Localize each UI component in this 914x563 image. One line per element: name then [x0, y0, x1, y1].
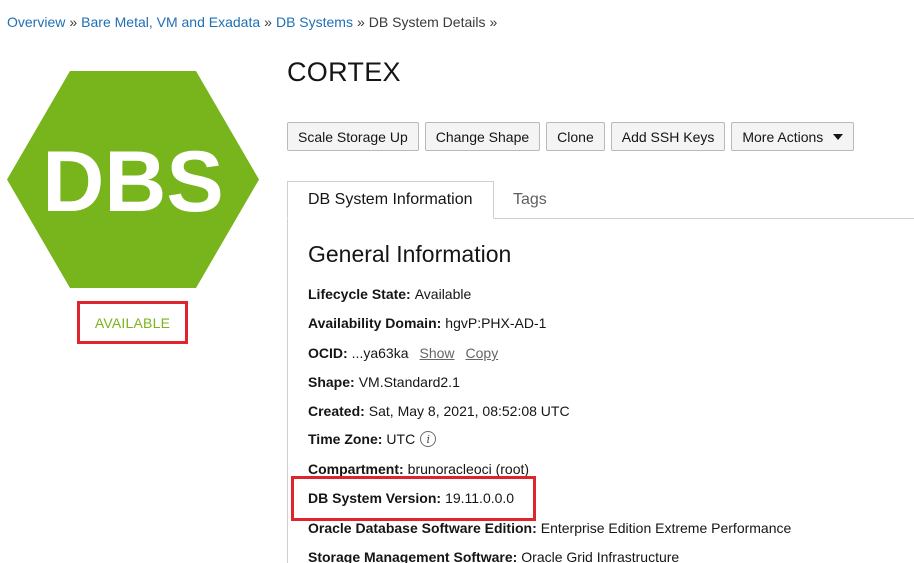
availability-domain-value: hgvP:PHX-AD-1 — [445, 315, 547, 331]
breadcrumb-overview[interactable]: Overview — [7, 14, 65, 30]
time-zone-value: UTC — [386, 431, 416, 447]
status-highlight-box: AVAILABLE — [77, 301, 188, 344]
general-information-heading: General Information — [308, 241, 512, 267]
breadcrumb-separator: » — [69, 14, 78, 30]
shape-label: Shape: — [308, 374, 355, 390]
ocid-show-link[interactable]: Show — [420, 345, 455, 361]
tab-baseline — [493, 218, 914, 219]
created-row: Created: Sat, May 8, 2021, 08:52:08 UTC — [308, 403, 570, 419]
caret-down-icon — [833, 133, 844, 140]
action-toolbar: Scale Storage Up Change Shape Clone Add … — [287, 122, 855, 151]
time-zone-row: Time Zone: UTC i — [308, 431, 437, 447]
breadcrumb-separator: » — [264, 14, 272, 30]
shape-value: VM.Standard2.1 — [358, 374, 460, 390]
lifecycle-state-row: Lifecycle State: Available — [308, 286, 471, 302]
version-highlight-box — [291, 476, 536, 521]
storage-management-value: Oracle Grid Infrastructure — [521, 549, 680, 563]
tab-tags[interactable]: Tags — [513, 181, 547, 219]
tab-db-system-information[interactable]: DB System Information — [287, 181, 494, 219]
panel-border — [287, 219, 288, 563]
breadcrumb-separator: » — [489, 14, 498, 30]
more-actions-label: More Actions — [742, 128, 824, 145]
ocid-copy-link[interactable]: Copy — [466, 345, 499, 361]
storage-management-row: Storage Management Software: Oracle Grid… — [308, 549, 679, 563]
availability-domain-label: Availability Domain: — [308, 315, 442, 331]
compartment-label: Compartment: — [308, 461, 404, 477]
ocid-label: OCID: — [308, 345, 348, 361]
page-title: CORTEX — [287, 57, 401, 87]
software-edition-label: Oracle Database Software Edition: — [308, 520, 537, 536]
lifecycle-state-label: Lifecycle State: — [308, 286, 411, 302]
clone-button[interactable]: Clone — [546, 122, 605, 151]
availability-domain-row: Availability Domain: hgvP:PHX-AD-1 — [308, 315, 546, 331]
compartment-row: Compartment: brunoracleoci (root) — [308, 461, 529, 477]
tab-bar: DB System Information Tags — [287, 181, 914, 219]
badge-text: DBS — [42, 134, 224, 230]
more-actions-button[interactable]: More Actions — [731, 122, 855, 151]
created-value: Sat, May 8, 2021, 08:52:08 UTC — [368, 403, 570, 419]
breadcrumb-db-systems[interactable]: DB Systems — [276, 14, 353, 30]
lifecycle-state-value: Available — [414, 286, 472, 302]
info-icon[interactable]: i — [420, 431, 437, 447]
breadcrumb-bare-metal[interactable]: Bare Metal, VM and Exadata — [81, 14, 260, 30]
breadcrumb-current: DB System Details — [368, 14, 486, 30]
dbs-hexagon-icon: DBS — [7, 71, 259, 288]
lifecycle-status-label: AVAILABLE — [94, 314, 171, 331]
change-shape-button[interactable]: Change Shape — [424, 122, 541, 151]
breadcrumb-separator: » — [356, 14, 365, 30]
breadcrumb: Overview» Bare Metal, VM and Exadata» DB S… — [7, 14, 501, 30]
software-edition-value: Enterprise Edition Extreme Performance — [540, 520, 792, 536]
created-label: Created: — [308, 403, 365, 419]
db-system-details-page: Overview» Bare Metal, VM and Exadata» DB S… — [0, 0, 914, 563]
scale-storage-up-button[interactable]: Scale Storage Up — [287, 122, 419, 151]
ocid-row: OCID: ...ya63ka Show Copy — [308, 345, 498, 361]
ocid-value: ...ya63ka — [351, 345, 409, 361]
add-ssh-keys-button[interactable]: Add SSH Keys — [610, 122, 726, 151]
compartment-value: brunoracleoci (root) — [407, 461, 530, 477]
software-edition-row: Oracle Database Software Edition: Enterp… — [308, 520, 791, 536]
storage-management-label: Storage Management Software: — [308, 549, 518, 563]
shape-row: Shape: VM.Standard2.1 — [308, 374, 460, 390]
time-zone-label: Time Zone: — [308, 431, 383, 447]
